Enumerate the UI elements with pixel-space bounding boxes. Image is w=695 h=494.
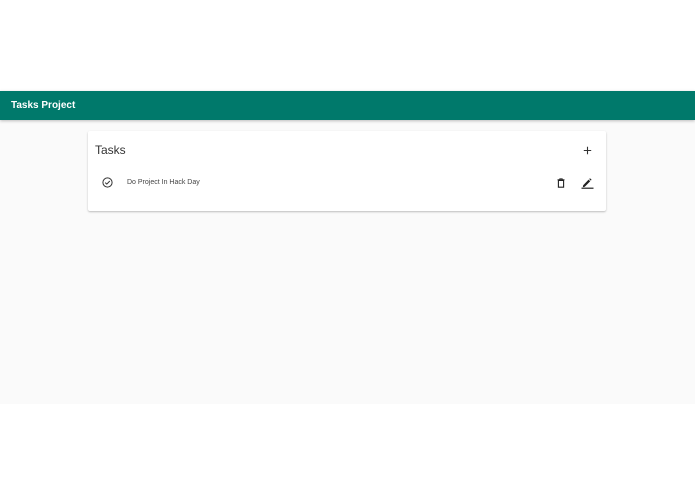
edit-task-button[interactable]	[579, 175, 595, 191]
tasks-card: Tasks Do Project In Hack Day	[88, 131, 606, 211]
plus-icon	[583, 146, 591, 154]
delete-task-button[interactable]	[554, 176, 568, 190]
card-title: Tasks	[95, 143, 126, 157]
app-bar: Tasks Project	[0, 91, 695, 120]
add-task-button[interactable]	[578, 141, 596, 159]
check-circle-icon[interactable]	[102, 177, 113, 188]
card-header: Tasks	[88, 131, 606, 169]
task-row: Do Project In Hack Day	[88, 169, 606, 197]
pencil-icon	[581, 178, 593, 189]
app-title: Tasks Project	[11, 100, 76, 111]
trash-icon	[557, 178, 565, 188]
task-label: Do Project In Hack Day	[127, 179, 200, 186]
app-container: Tasks Project Tasks Do Project In Hack D…	[0, 91, 695, 404]
